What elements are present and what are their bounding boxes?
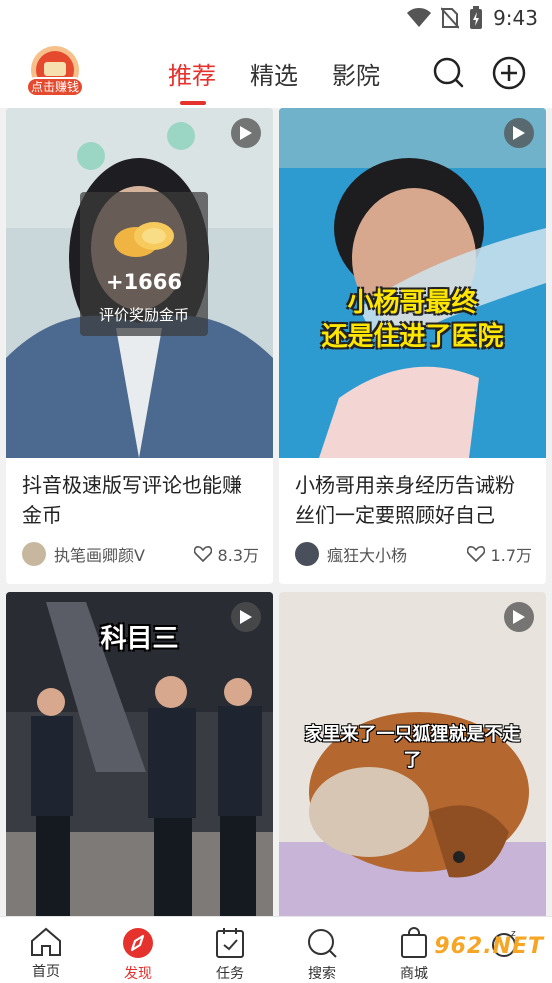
logo-label: 点击赚钱 [31,79,79,94]
tab-recommend[interactable]: 推荐 [168,56,216,105]
author-avatar[interactable] [295,542,319,566]
bag-icon [401,927,427,958]
video-feed: +1666 评价奖励金币 抖音极速版写评论也能赚金币 执笔画卿颜V 8.3万 小… [0,108,552,922]
overlay-caption-line1: 小杨哥最终 [347,288,478,318]
heart-icon[interactable] [193,546,212,562]
nav-discover-label: 发现 [124,966,152,982]
video-thumbnail[interactable]: +1666 评价奖励金币 [6,108,273,458]
overlay-caption-line2: 还是住进了医院 [321,322,504,352]
nav-mall-label: 商城 [400,966,428,982]
wifi-icon [407,8,432,27]
status-bar: 9:43 [0,0,552,38]
overlay-caption-line1: 家里来了一只狐狸就是不走 [304,724,521,745]
author-avatar[interactable] [22,542,46,566]
play-icon [231,118,261,148]
author-name[interactable]: 瘋狂大小杨 [327,542,467,566]
watermark: 962.NET [434,934,544,959]
nav-task[interactable]: 任务 [184,917,276,983]
author-name[interactable]: 执笔画卿颜V [54,542,194,566]
nav-search[interactable]: 搜索 [276,917,368,983]
reward-amount: +1666 [105,270,183,294]
play-icon [231,602,261,632]
search-icon [308,929,337,958]
heart-icon[interactable] [466,546,485,562]
play-icon [504,602,534,632]
video-thumbnail[interactable]: 科目三 [6,592,273,922]
discover-icon [123,928,153,958]
nav-task-label: 任务 [216,966,244,982]
search-icon[interactable] [432,56,464,88]
nav-home[interactable]: 首页 [0,917,92,983]
overlay-caption-line2: 了 [403,750,422,771]
reward-popup: +1666 评价奖励金币 [80,192,208,336]
tab-featured[interactable]: 精选 [250,56,298,91]
like-count: 8.3万 [217,546,259,565]
task-icon [216,928,244,958]
video-card[interactable]: 家里来了一只狐狸就是不走 了 [279,592,546,922]
top-tabs: 推荐 精选 影院 [168,56,380,105]
coin-icon [114,222,174,257]
video-card[interactable]: +1666 评价奖励金币 抖音极速版写评论也能赚金币 执笔画卿颜V 8.3万 [6,108,273,584]
home-icon [31,927,61,956]
top-bar: 点击赚钱 推荐 精选 影院 [0,38,552,108]
video-card[interactable]: 小杨哥最终 还是住进了医院 小杨哥用亲身经历告诫粉丝们一定要照顾好自己 瘋狂大小… [279,108,546,584]
play-icon [504,118,534,148]
video-thumbnail[interactable]: 小杨哥最终 还是住进了医院 [279,108,546,458]
like-count: 1.7万 [490,546,532,565]
video-title[interactable]: 抖音极速版写评论也能赚金币 [22,470,261,530]
video-thumbnail[interactable]: 家里来了一只狐狸就是不走 了 [279,592,546,922]
no-sim-icon [441,7,460,29]
battery-charging-icon [470,6,483,29]
video-card[interactable]: 科目三 [6,592,273,922]
nav-home-label: 首页 [32,964,60,980]
tab-cinema[interactable]: 影院 [332,56,380,91]
add-icon[interactable] [492,56,526,90]
nav-search-label: 搜索 [308,966,336,982]
status-time: 9:43 [493,6,538,30]
video-title[interactable]: 小杨哥用亲身经历告诫粉丝们一定要照顾好自己 [295,470,534,530]
earn-money-logo[interactable]: 点击赚钱 [24,44,86,100]
nav-discover[interactable]: 发现 [92,917,184,983]
reward-label: 评价奖励金币 [98,306,189,324]
